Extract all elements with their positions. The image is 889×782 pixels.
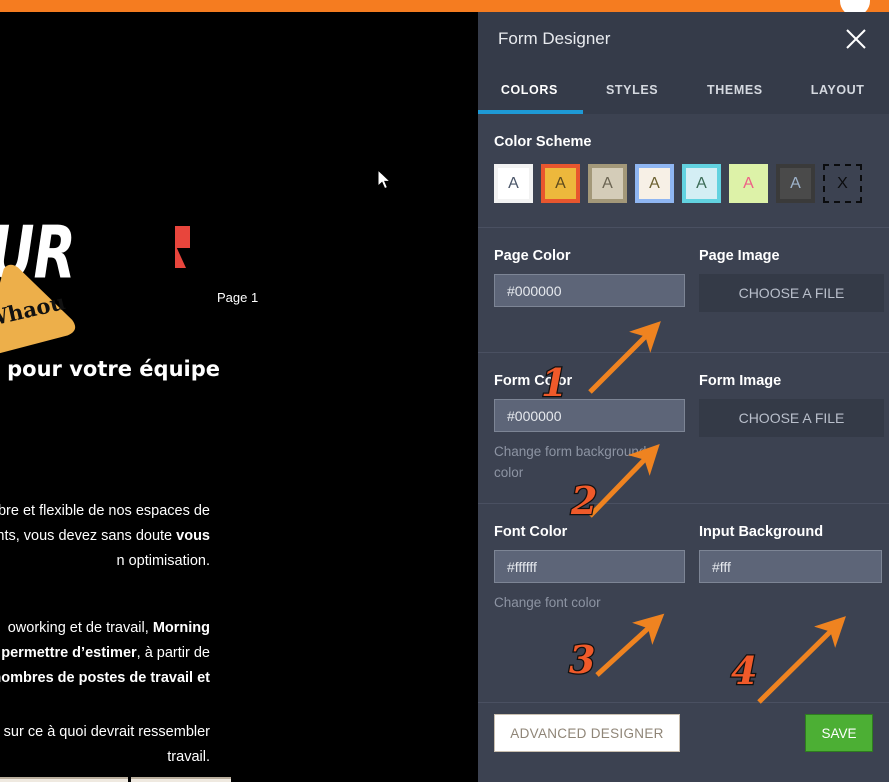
tab-styles[interactable]: STYLES	[581, 83, 684, 97]
form-color-helper-text: Change form background color	[494, 444, 647, 480]
form-paragraph-2: oworking et de travail, Morning s permet…	[0, 616, 210, 691]
input-background-input-group	[699, 550, 889, 583]
page-image-group: Page Image CHOOSE A FILE	[699, 248, 884, 312]
page-color-group: Page Color	[494, 248, 688, 312]
scheme-swatch-letter: A	[790, 174, 801, 192]
form-image-choose-file-button[interactable]: CHOOSE A FILE	[699, 399, 884, 437]
para2-line2a: s permettre d’estimer	[0, 645, 137, 661]
font-color-group: Font Color Change font color	[494, 524, 688, 613]
form-paragraph-1: libre et flexible de nos espaces de cent…	[0, 499, 210, 574]
page-color-section: Page Color Page Image CHOOSE A FILE	[478, 228, 889, 352]
form-designer-panel: Form Designer COLORS STYLES THEMES LAYOU…	[478, 12, 889, 782]
scheme-swatch-letter: A	[649, 174, 660, 192]
font-color-input[interactable]	[495, 551, 688, 582]
scheme-swatch-cyan[interactable]: A	[682, 164, 721, 203]
scheme-swatch-letter: A	[743, 174, 754, 192]
para2-line1a: oworking et de travail,	[7, 620, 153, 636]
scheme-swatch-green[interactable]: A	[729, 164, 768, 203]
page-number-label: Page 1	[217, 290, 259, 305]
para1-line2b: vous	[176, 528, 210, 544]
scheme-swatch-letter: A	[555, 174, 566, 192]
tab-colors[interactable]: COLORS	[478, 83, 581, 97]
form-color-input[interactable]	[495, 400, 688, 431]
page-image-label: Page Image	[699, 248, 780, 264]
scheme-swatch-letter: X	[837, 174, 848, 192]
tab-themes[interactable]: THEMES	[684, 83, 787, 97]
brand-logo: ATEUR Whaou	[0, 164, 240, 356]
scheme-swatch-white[interactable]: A	[494, 164, 533, 203]
page-image-choose-file-button[interactable]: CHOOSE A FILE	[699, 274, 884, 312]
page-color-label: Page Color	[494, 248, 571, 264]
color-scheme-title: Color Scheme	[494, 134, 592, 150]
form-color-group: Form Color Change form background color	[494, 373, 688, 483]
scheme-swatch-orange[interactable]: A	[541, 164, 580, 203]
page-color-input-group	[494, 274, 688, 307]
scheme-swatch-beige[interactable]: A	[588, 164, 627, 203]
color-scheme-swatches: A A A A A A A X	[494, 164, 873, 227]
input-background-label: Input Background	[699, 524, 824, 540]
para2-line2b: , à partir de	[136, 645, 210, 661]
scheme-swatch-letter: A	[602, 174, 613, 192]
form-color-section: Form Color Change form background color …	[478, 353, 889, 503]
font-color-label: Font Color	[494, 524, 568, 540]
scheme-swatch-dark[interactable]: A	[776, 164, 815, 203]
mouse-cursor-icon	[377, 168, 392, 190]
form-text-input-1[interactable]	[0, 777, 128, 782]
form-image-label: Form Image	[699, 373, 782, 389]
color-scheme-section: Color Scheme A A A A A A A X	[478, 114, 889, 227]
font-color-helper-text: Change font color	[494, 595, 601, 610]
scheme-swatch-letter: A	[508, 174, 519, 192]
panel-header: Form Designer	[478, 12, 889, 66]
form-paragraph-3: cis sur ce à quoi devrait ressembler tra…	[0, 720, 210, 770]
para3-line2: travail.	[167, 749, 210, 765]
para3-line1b: sur ce à quoi devrait ressembler	[0, 724, 210, 740]
footer-divider	[478, 702, 889, 703]
panel-tabs: COLORS STYLES THEMES LAYOUT	[478, 66, 889, 114]
screen-root: ATEUR Whaou Page 1 l pour votre équipe l…	[0, 0, 889, 782]
form-input-row	[0, 777, 300, 782]
font-color-input-group	[494, 550, 688, 583]
para1-line2a: cents, vous devez sans doute	[0, 528, 177, 544]
para1-line1: libre et flexible de nos espaces de	[0, 503, 210, 519]
scheme-swatch-none[interactable]: X	[823, 164, 862, 203]
para2-line3: e nombres de postes de travail et	[0, 670, 210, 686]
input-background-input[interactable]	[700, 551, 889, 582]
panel-title: Form Designer	[498, 29, 611, 48]
panel-footer: ADVANCED DESIGNER SAVE	[478, 702, 889, 782]
para2-line1b: Morning	[152, 620, 210, 636]
scheme-swatch-letter: A	[696, 174, 707, 192]
app-top-bar	[0, 0, 889, 16]
form-color-label: Form Color	[494, 373, 573, 389]
input-background-group: Input Background	[699, 524, 889, 613]
page-color-input[interactable]	[495, 275, 688, 306]
font-color-section: Font Color Change font color Input Backg…	[478, 504, 889, 619]
para1-line3: n optimisation.	[116, 553, 211, 569]
form-image-group: Form Image CHOOSE A FILE	[699, 373, 884, 483]
scheme-swatch-blue[interactable]: A	[635, 164, 674, 203]
close-icon[interactable]	[843, 26, 869, 52]
form-preview-canvas[interactable]: ATEUR Whaou Page 1 l pour votre équipe l…	[0, 12, 478, 782]
form-text-input-2[interactable]	[131, 777, 231, 782]
form-color-input-group	[494, 399, 688, 432]
advanced-designer-button[interactable]: ADVANCED DESIGNER	[494, 714, 680, 752]
save-button[interactable]: SAVE	[805, 714, 873, 752]
form-headline: l pour votre équipe	[0, 357, 220, 381]
tab-layout[interactable]: LAYOUT	[786, 83, 889, 97]
